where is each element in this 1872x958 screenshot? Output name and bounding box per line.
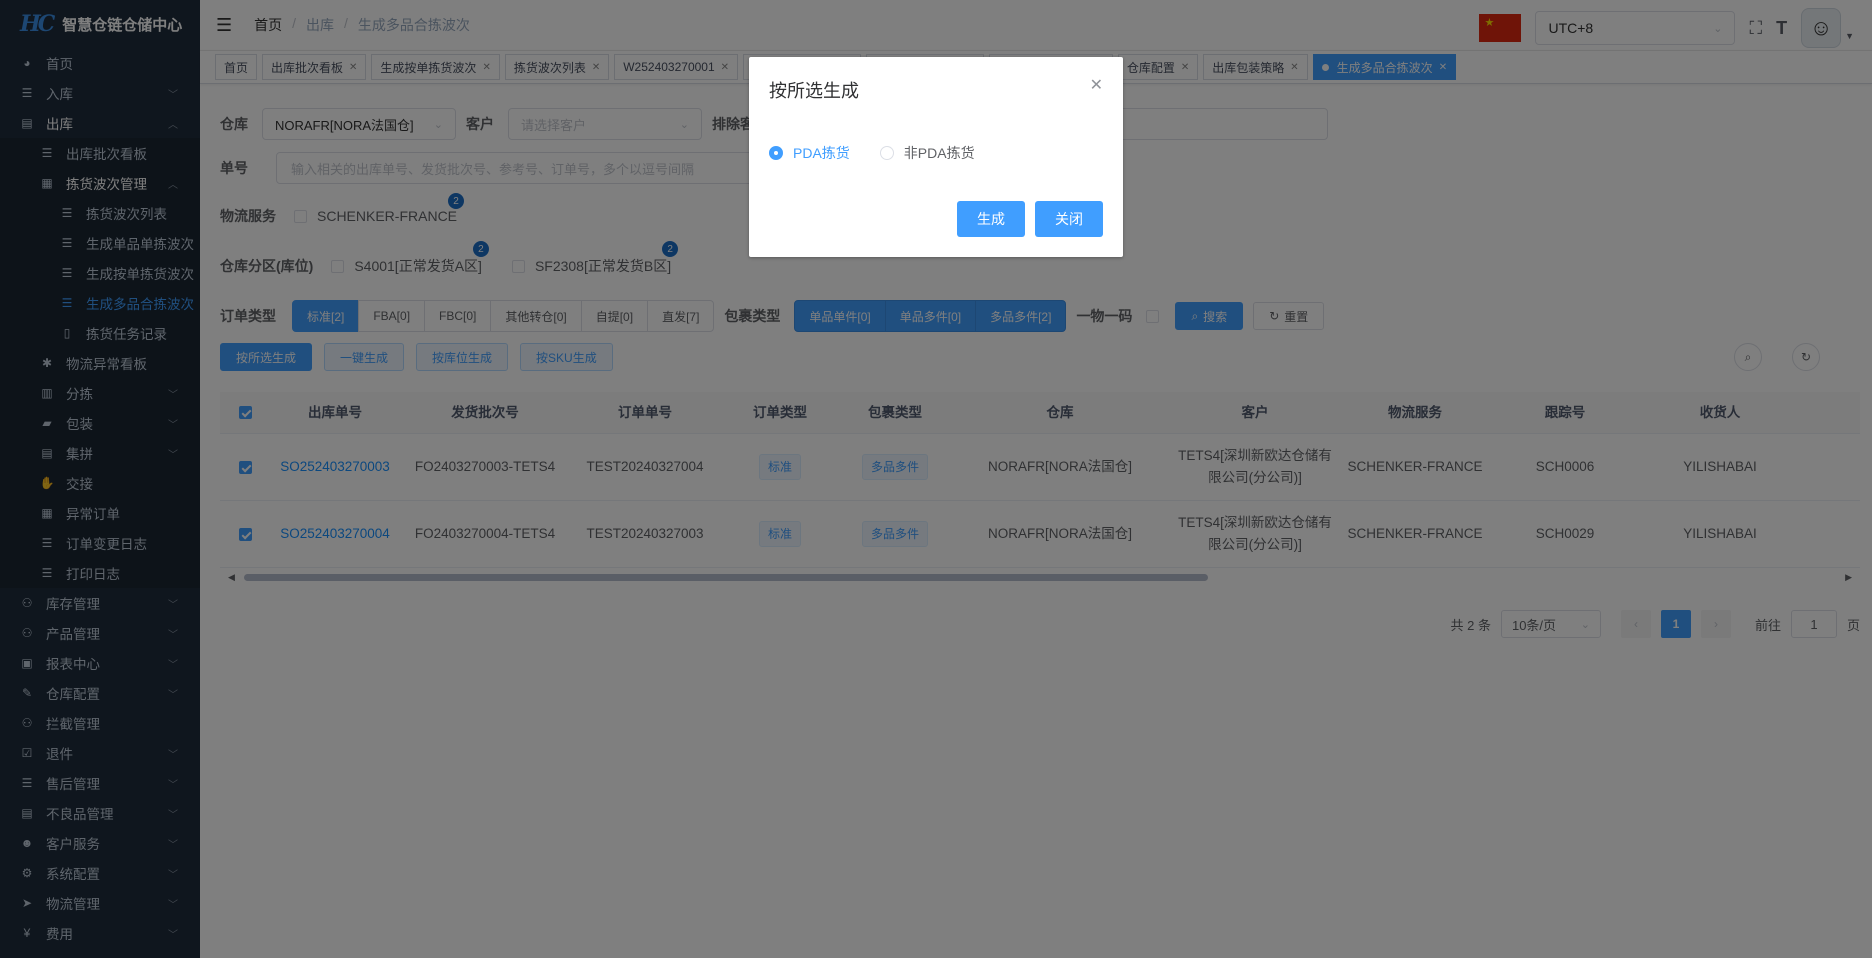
pick-mode-radio-group: PDA拣货 非PDA拣货 bbox=[769, 143, 975, 163]
radio-label: PDA拣货 bbox=[793, 145, 850, 161]
generate-button[interactable]: 生成 bbox=[957, 201, 1025, 237]
dialog-footer: 生成 关闭 bbox=[957, 201, 1103, 237]
radio-pda-picking[interactable]: PDA拣货 bbox=[769, 143, 850, 163]
generate-dialog: 按所选生成 ✕ PDA拣货 非PDA拣货 生成 关闭 bbox=[749, 57, 1123, 257]
radio-dot[interactable] bbox=[879, 146, 894, 160]
close-icon[interactable]: ✕ bbox=[1090, 75, 1103, 95]
close-button[interactable]: 关闭 bbox=[1035, 201, 1103, 237]
dialog-title: 按所选生成 bbox=[769, 81, 859, 101]
radio-label: 非PDA拣货 bbox=[903, 145, 975, 161]
radio-non-pda-picking[interactable]: 非PDA拣货 bbox=[879, 143, 975, 163]
radio-dot[interactable] bbox=[769, 146, 783, 160]
